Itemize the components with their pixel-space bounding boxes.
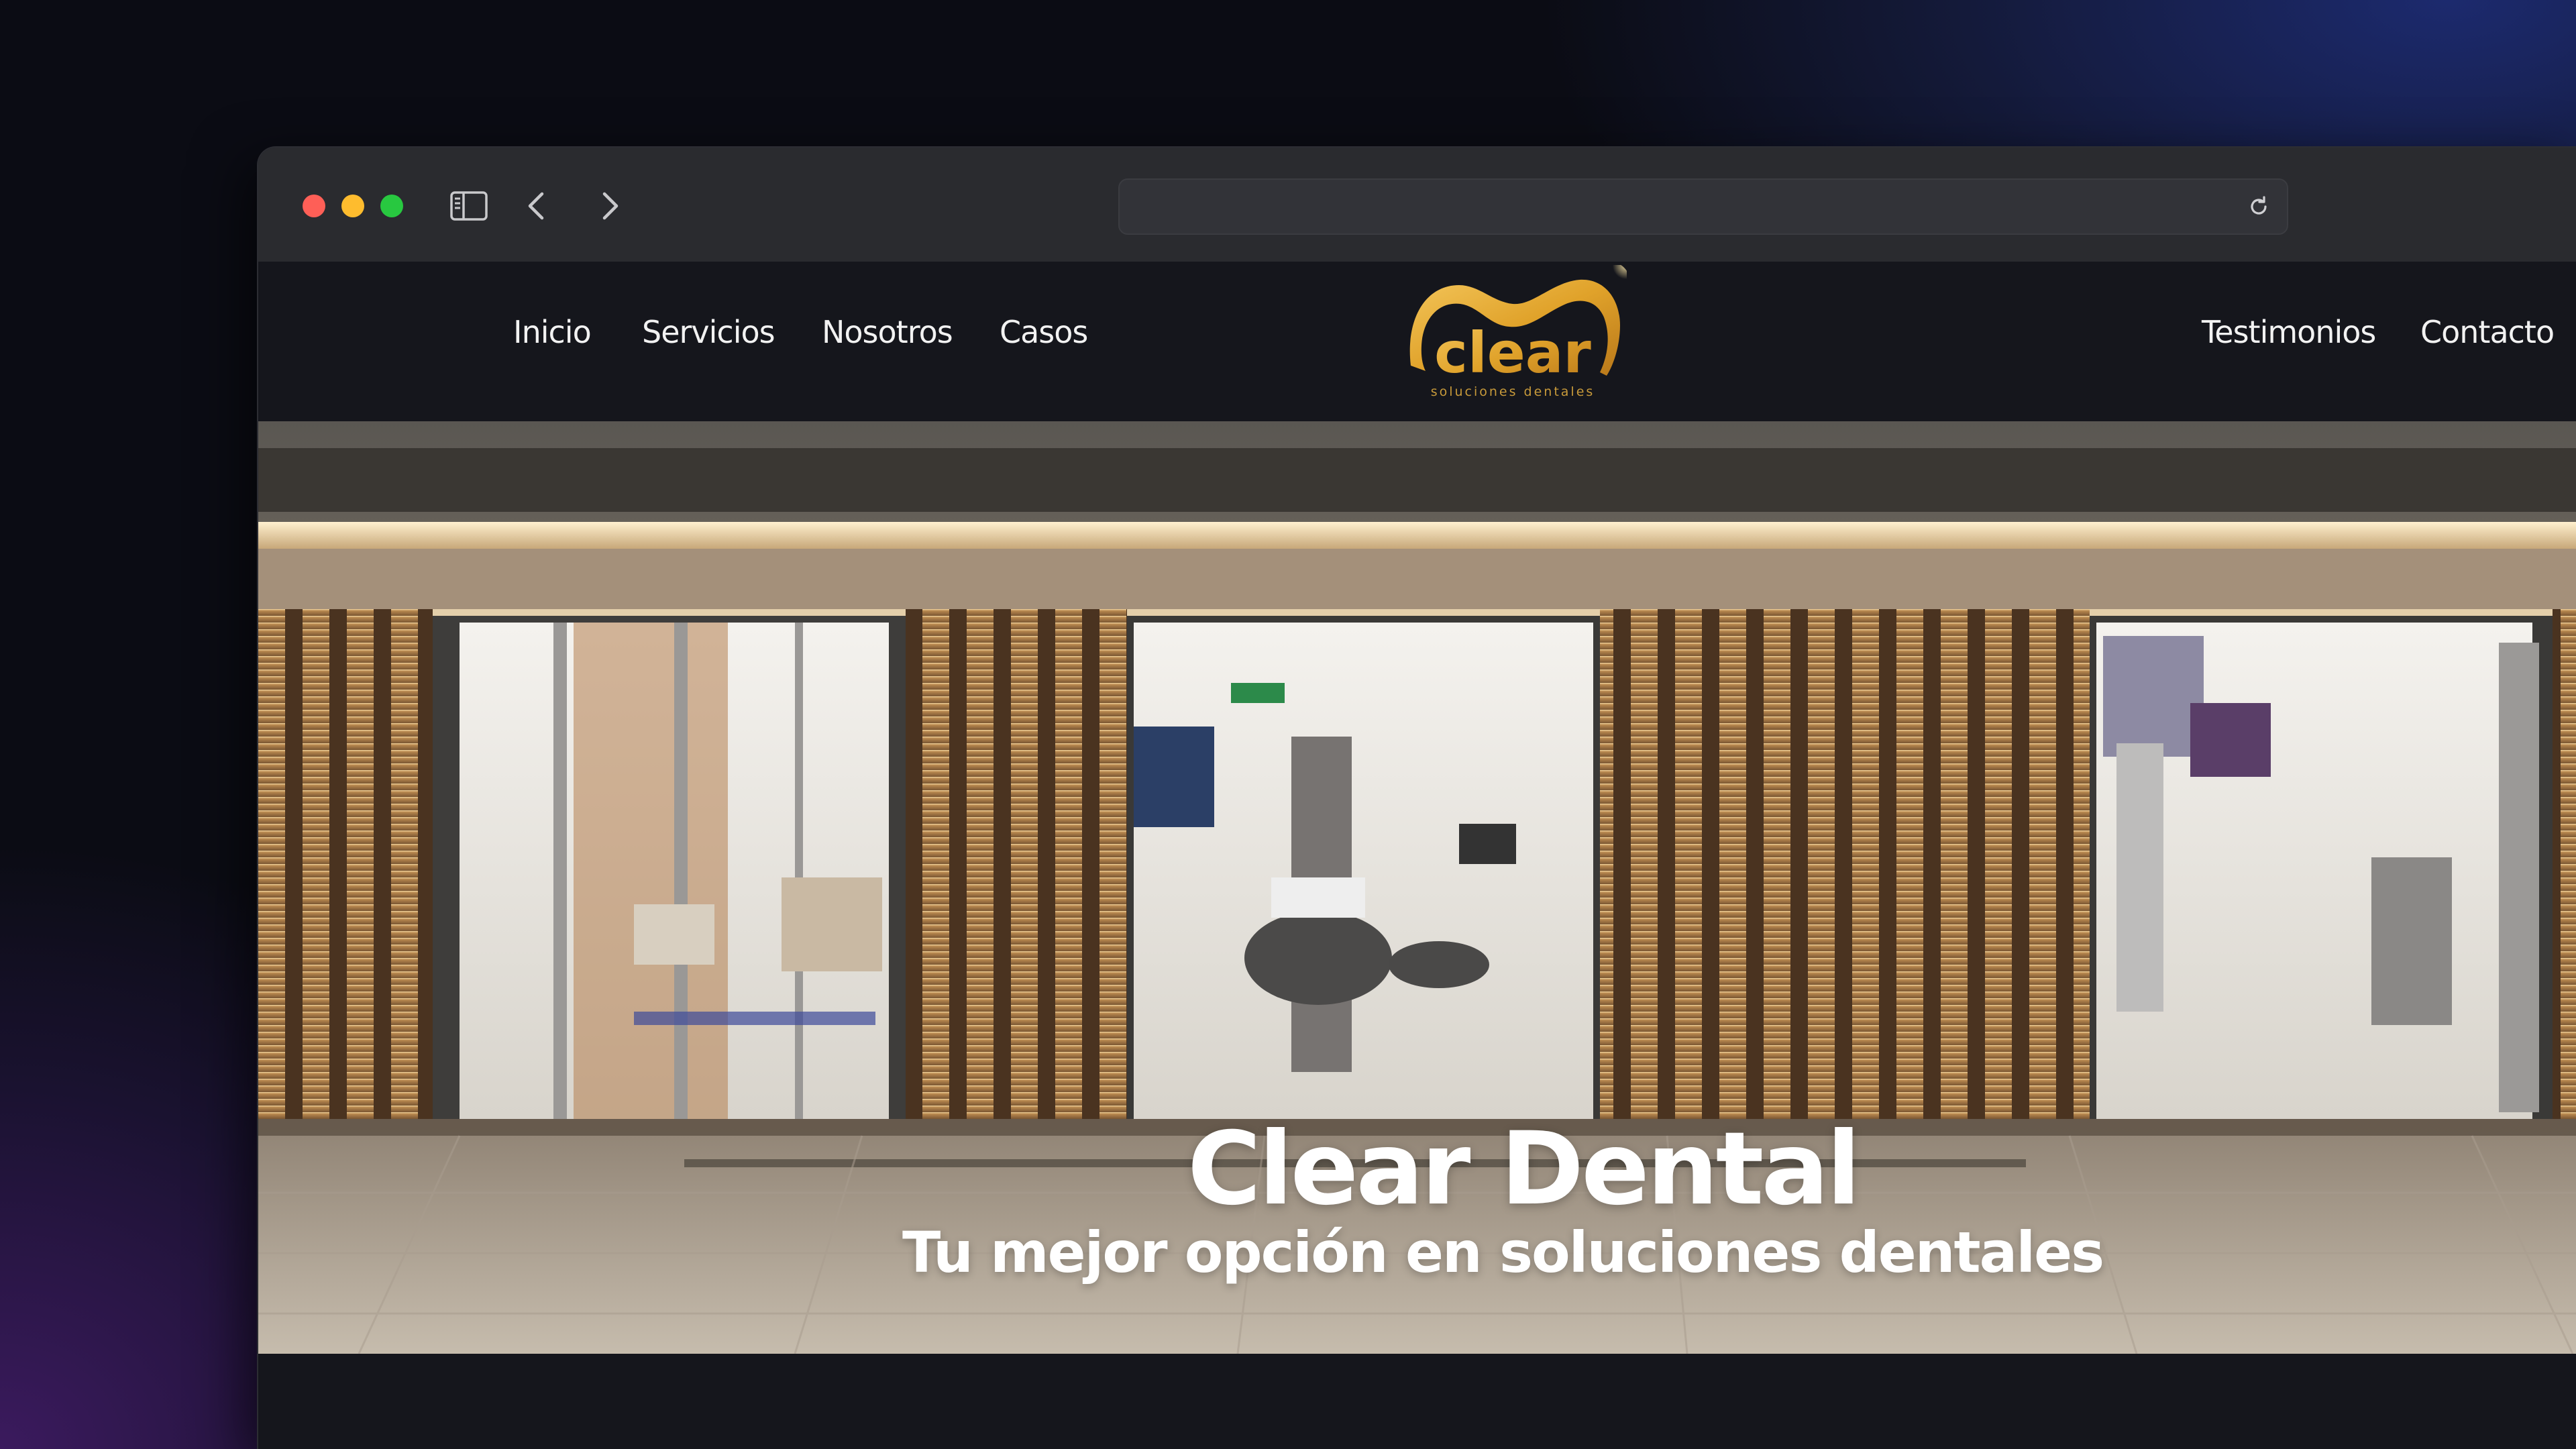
nav-link-servicios[interactable]: Servicios <box>642 314 775 350</box>
address-bar[interactable] <box>1118 178 2288 235</box>
chevron-right-icon[interactable] <box>587 184 630 227</box>
nav-link-nosotros[interactable]: Nosotros <box>822 314 953 350</box>
logo-tagline: soluciones dentales <box>1431 384 1595 399</box>
browser-window: Inicio Servicios Nosotros Casos clear so… <box>258 148 2576 1449</box>
minimize-window-button[interactable] <box>341 195 364 217</box>
zoom-window-button[interactable] <box>380 195 403 217</box>
logo-brand-text: clear <box>1434 320 1591 386</box>
hero-title: Clear Dental <box>1187 1111 1861 1228</box>
chevron-left-icon[interactable] <box>517 184 559 227</box>
nav-link-testimonios[interactable]: Testimonios <box>2202 314 2376 350</box>
close-window-button[interactable] <box>303 195 325 217</box>
hero-subtitle: Tu mejor opción en soluciones dentales <box>902 1220 2104 1285</box>
website: Inicio Servicios Nosotros Casos clear so… <box>258 262 2576 1449</box>
site-header: Inicio Servicios Nosotros Casos clear so… <box>258 262 2576 421</box>
nav-link-casos[interactable]: Casos <box>1000 314 1088 350</box>
nav-link-inicio[interactable]: Inicio <box>513 314 592 350</box>
browser-toolbar <box>258 148 2576 263</box>
sidebar-toggle-icon[interactable] <box>447 184 490 227</box>
reload-icon[interactable] <box>2245 193 2272 220</box>
clear-logo[interactable]: clear soluciones dentales <box>1399 265 1627 406</box>
nav-link-contacto[interactable]: Contacto <box>2420 314 2555 350</box>
hero-section: Clear Dental Tu mejor opción en solucion… <box>258 421 2576 1354</box>
